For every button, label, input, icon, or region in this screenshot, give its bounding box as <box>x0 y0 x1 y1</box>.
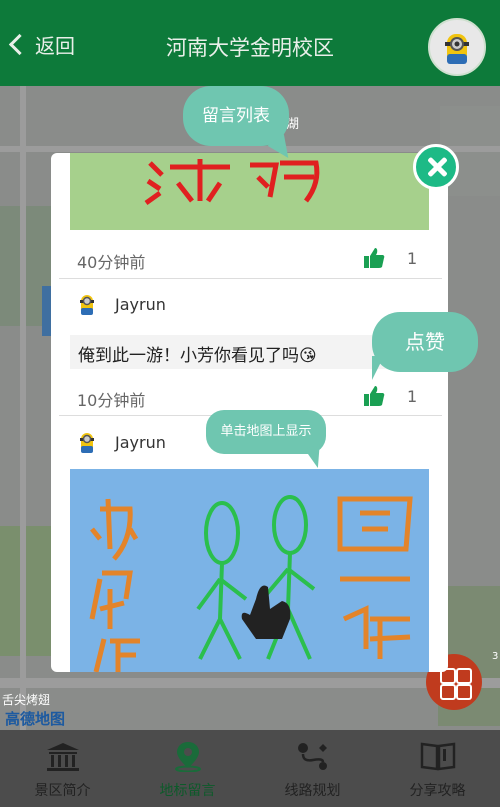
minion-avatar-icon <box>445 34 469 64</box>
doodle-drawing <box>89 495 413 672</box>
tab-label: 景区简介 <box>34 783 91 799</box>
map-label-bbq: 舌尖烤翅 <box>2 693 51 707</box>
tab-label: 分享攻略 <box>409 783 466 799</box>
doodle-image[interactable] <box>70 153 429 230</box>
thumbs-up-icon[interactable] <box>363 247 385 269</box>
like-count: 1 <box>407 249 418 268</box>
map-road <box>0 678 500 688</box>
tab-scenic-intro[interactable]: 景区简介 <box>0 730 125 807</box>
comment-message: 俺到此一游！小芳你看见了吗😘 <box>78 346 317 366</box>
map-area <box>0 526 55 656</box>
doodle-drawing <box>144 159 320 206</box>
user-name: Jayrun <box>115 433 166 452</box>
minion-avatar-icon <box>80 433 94 453</box>
top-bar: 返回 河南大学金明校区 <box>0 0 500 86</box>
bottom-tab-bar: 景区简介 地标留言 线路规划 分享攻略 <box>0 730 500 807</box>
comment-user: Jayrun <box>75 291 375 321</box>
user-name: Jayrun <box>115 295 166 314</box>
comment-time: 10分钟前 <box>77 391 146 410</box>
temple-icon <box>47 743 79 771</box>
tab-label: 地标留言 <box>159 783 216 799</box>
doodle-image[interactable] <box>70 469 429 672</box>
tooltip-like: 点赞 <box>372 312 478 372</box>
close-button[interactable] <box>413 144 459 190</box>
map-pin-icon <box>175 742 201 772</box>
thumbs-up-icon[interactable] <box>363 385 385 407</box>
tooltip-tail <box>372 356 384 380</box>
tab-share-guide[interactable]: 分享攻略 <box>375 730 500 807</box>
route-icon <box>298 743 327 770</box>
tab-label: 线路规划 <box>284 783 341 799</box>
book-icon <box>420 742 456 771</box>
like-count: 1 <box>407 387 418 406</box>
comment-time: 40分钟前 <box>77 253 146 272</box>
amap-logo: 高德地图 <box>5 710 66 728</box>
divider <box>59 278 442 279</box>
avatar[interactable] <box>428 18 486 76</box>
tooltip-message-list: 留言列表 <box>183 86 289 146</box>
minion-avatar-icon <box>80 295 94 315</box>
tab-landmark-messages[interactable]: 地标留言 <box>125 730 250 807</box>
page-title: 河南大学金明校区 <box>166 36 334 60</box>
map-label-edge: 3 <box>492 651 499 662</box>
comment-meta: 40分钟前 1 <box>51 241 448 277</box>
tab-route-planning[interactable]: 线路规划 <box>250 730 375 807</box>
map-road <box>20 86 26 730</box>
